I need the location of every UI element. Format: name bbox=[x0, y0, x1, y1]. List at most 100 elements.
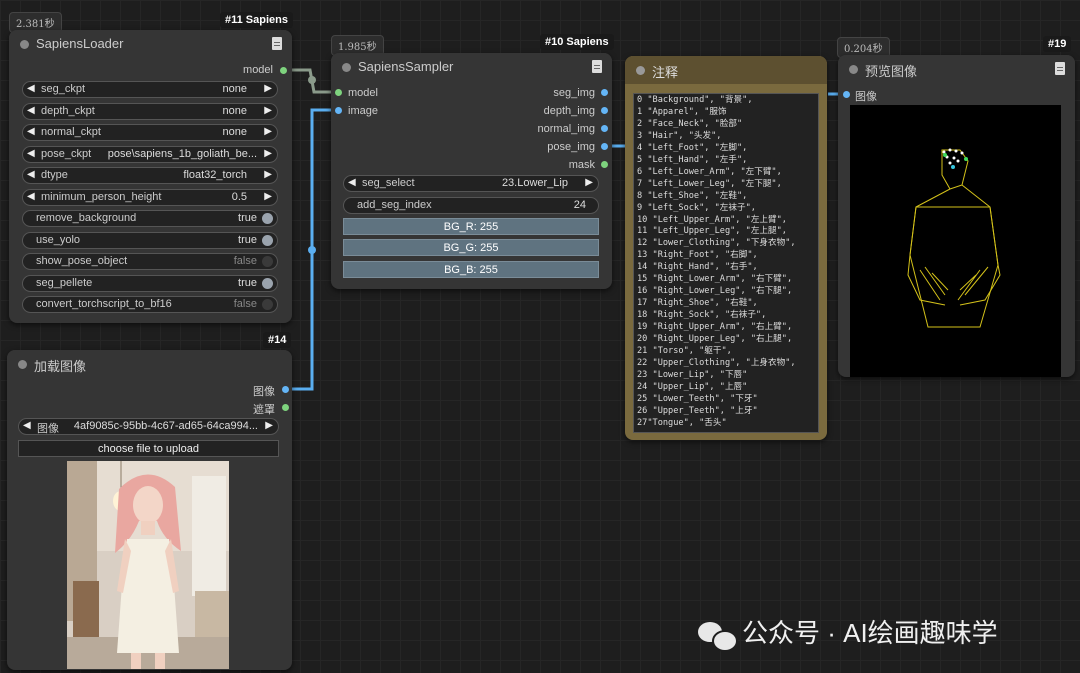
toggle-show-pose-object[interactable]: show_pose_object false bbox=[22, 253, 278, 270]
collapse-dot[interactable] bbox=[18, 360, 27, 369]
collapse-dot[interactable] bbox=[20, 40, 29, 49]
node-title: 注释 bbox=[652, 65, 679, 80]
widget-label: dtype bbox=[41, 169, 68, 181]
arrow-left-icon[interactable]: ◀ bbox=[23, 420, 31, 431]
preview-header[interactable]: 预览图像 bbox=[838, 55, 1075, 83]
node-title: SapiensSampler bbox=[358, 59, 454, 74]
toggle-knob[interactable] bbox=[262, 278, 273, 289]
document-icon[interactable] bbox=[592, 60, 602, 73]
combo-pose-ckpt[interactable]: ◀ pose_ckpt pose\sapiens_1b_goliath_be... ▶ bbox=[22, 146, 278, 163]
widget-value: none bbox=[222, 126, 247, 138]
output-socket-model[interactable] bbox=[280, 67, 287, 74]
combo-normal-ckpt[interactable]: ◀ normal_ckpt none ▶ bbox=[22, 124, 278, 141]
number-add-seg-index[interactable]: add_seg_index 24 bbox=[343, 197, 599, 214]
toggle-knob[interactable] bbox=[262, 213, 273, 224]
output-socket-mask[interactable] bbox=[601, 161, 608, 168]
widget-label: seg_select bbox=[362, 177, 415, 189]
output-socket-seg-img[interactable] bbox=[601, 89, 608, 96]
arrow-right-icon[interactable]: ▶ bbox=[264, 83, 272, 94]
loader-header[interactable]: SapiensLoader bbox=[9, 30, 292, 58]
arrow-left-icon[interactable]: ◀ bbox=[27, 191, 35, 202]
combo-seg-select[interactable]: ◀ seg_select 23.Lower_Lip ▶ bbox=[343, 175, 599, 192]
widget-label: depth_ckpt bbox=[41, 105, 95, 117]
combo-dtype[interactable]: ◀ dtype float32_torch ▶ bbox=[22, 167, 278, 184]
toggle-knob[interactable] bbox=[262, 235, 273, 246]
image-loader-tag: #14 bbox=[263, 332, 292, 348]
document-icon[interactable] bbox=[1055, 62, 1065, 75]
output-label-normal-img: normal_img bbox=[537, 123, 595, 135]
widget-value: float32_torch bbox=[183, 169, 247, 181]
link-image-reroute bbox=[308, 246, 316, 254]
combo-image-file[interactable]: ◀ 图像 4af9085c-95bb-4c67-ad65-64ca994... ▶ bbox=[18, 418, 279, 435]
output-socket-pose-img[interactable] bbox=[601, 143, 608, 150]
upload-button[interactable]: choose file to upload bbox=[18, 440, 279, 457]
combo-seg-ckpt[interactable]: ◀ seg_ckpt none ▶ bbox=[22, 81, 278, 98]
document-icon[interactable] bbox=[272, 37, 282, 50]
toggle-remove-background[interactable]: remove_background true bbox=[22, 210, 278, 227]
toggle-use-yolo[interactable]: use_yolo true bbox=[22, 232, 278, 249]
toggle-seg-pellete[interactable]: seg_pellete true bbox=[22, 275, 278, 292]
collapse-dot[interactable] bbox=[636, 66, 645, 75]
widget-value: pose\sapiens_1b_goliath_be... bbox=[107, 148, 257, 160]
collapse-dot[interactable] bbox=[849, 65, 858, 74]
note-textarea[interactable]: 0 "Background", "背景", 1 "Apparel", "服饰 2… bbox=[633, 93, 819, 433]
collapse-dot[interactable] bbox=[342, 63, 351, 72]
output-socket-image[interactable] bbox=[282, 386, 289, 393]
bg-g-slider[interactable]: BG_G: 255 bbox=[343, 239, 599, 256]
widget-value: 0.5 bbox=[231, 191, 247, 203]
number-min-person-height[interactable]: ◀ minimum_person_height 0.5 ▶ bbox=[22, 189, 278, 206]
toggle-convert-torchscript[interactable]: convert_torchscript_to_bf16 false bbox=[22, 296, 278, 313]
arrow-right-icon[interactable]: ▶ bbox=[264, 191, 272, 202]
output-label-model: model bbox=[243, 64, 273, 76]
load-image-node[interactable]: 加载图像 图像 遮罩 ◀ 图像 4af9085c-95bb-4c67-ad65-64… bbox=[7, 350, 292, 670]
preview-tag: #19 bbox=[1043, 36, 1072, 52]
arrow-left-icon[interactable]: ◀ bbox=[27, 169, 35, 180]
output-label-image: 图像 bbox=[253, 386, 275, 398]
arrow-left-icon[interactable]: ◀ bbox=[27, 83, 35, 94]
output-label-mask: mask bbox=[568, 159, 595, 171]
widget-label: add_seg_index bbox=[357, 199, 432, 211]
output-socket-normal-img[interactable] bbox=[601, 125, 608, 132]
output-label-pose-img: pose_img bbox=[547, 141, 595, 153]
preview-image-node[interactable]: 预览图像 图像 bbox=[838, 55, 1075, 377]
widget-value: true bbox=[238, 277, 257, 289]
node-title: 预览图像 bbox=[865, 64, 918, 79]
output-socket-mask[interactable] bbox=[282, 404, 289, 411]
arrow-right-icon[interactable]: ▶ bbox=[265, 420, 273, 431]
wechat-icon bbox=[698, 620, 738, 653]
widget-value: false bbox=[233, 298, 257, 310]
node-title: 加载图像 bbox=[34, 359, 87, 374]
output-label-mask: 遮罩 bbox=[253, 404, 275, 416]
arrow-left-icon[interactable]: ◀ bbox=[27, 148, 35, 159]
arrow-right-icon[interactable]: ▶ bbox=[585, 177, 593, 188]
arrow-right-icon[interactable]: ▶ bbox=[264, 169, 272, 180]
input-socket-image[interactable] bbox=[843, 91, 850, 98]
widget-value: true bbox=[238, 212, 257, 224]
arrow-right-icon[interactable]: ▶ bbox=[264, 126, 272, 137]
note-text: 0 "Background", "背景", 1 "Apparel", "服饰 2… bbox=[637, 95, 796, 428]
input-socket-image[interactable] bbox=[335, 107, 342, 114]
note-node[interactable]: 注释 0 "Background", "背景", 1 "Apparel", "服… bbox=[625, 56, 827, 440]
arrow-left-icon[interactable]: ◀ bbox=[27, 126, 35, 137]
note-header[interactable]: 注释 bbox=[625, 56, 827, 84]
output-socket-depth-img[interactable] bbox=[601, 107, 608, 114]
arrow-right-icon[interactable]: ▶ bbox=[264, 105, 272, 116]
bg-b-slider[interactable]: BG_B: 255 bbox=[343, 261, 599, 278]
arrow-right-icon[interactable]: ▶ bbox=[264, 148, 272, 159]
combo-depth-ckpt[interactable]: ◀ depth_ckpt none ▶ bbox=[22, 103, 278, 120]
bg-r-slider[interactable]: BG_R: 255 bbox=[343, 218, 599, 235]
sapiens-loader-node[interactable]: SapiensLoader model ◀ seg_ckpt none ▶ ◀ dept… bbox=[9, 30, 292, 323]
pose-preview-image bbox=[850, 105, 1061, 377]
widget-label: remove_background bbox=[36, 212, 137, 224]
arrow-left-icon[interactable]: ◀ bbox=[348, 177, 356, 188]
widget-value: false bbox=[233, 255, 257, 267]
load-image-header[interactable]: 加载图像 bbox=[7, 350, 292, 378]
toggle-knob[interactable] bbox=[262, 299, 273, 310]
sapiens-sampler-node[interactable]: SapiensSampler model image seg_img depth… bbox=[331, 53, 612, 289]
toggle-knob[interactable] bbox=[262, 256, 273, 267]
widget-label: normal_ckpt bbox=[41, 126, 101, 138]
sampler-header[interactable]: SapiensSampler bbox=[331, 53, 612, 81]
arrow-left-icon[interactable]: ◀ bbox=[27, 105, 35, 116]
loader-tag: #11 Sapiens bbox=[220, 12, 293, 28]
input-socket-model[interactable] bbox=[335, 89, 342, 96]
